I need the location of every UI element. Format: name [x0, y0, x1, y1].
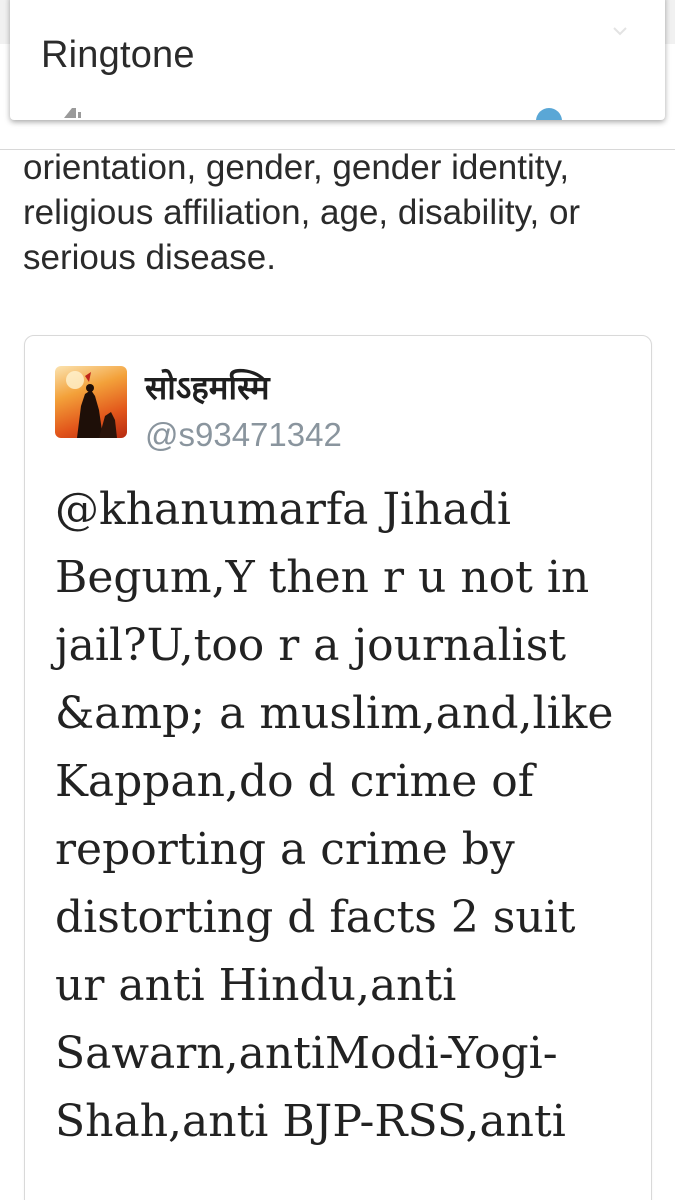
chevron-down-icon[interactable] [611, 22, 629, 40]
speaker-icon[interactable] [58, 104, 88, 118]
volume-slider-thumb[interactable] [536, 108, 562, 120]
policy-paragraph: orientation, gender, gender identity, re… [23, 148, 581, 277]
ringtone-label: Ringtone [41, 34, 195, 76]
ringtone-volume-dialog[interactable]: Ringtone [10, 0, 665, 120]
tweet-text: @khanumarfa Jihadi Begum,Y then r u not … [55, 484, 614, 1147]
author-handle[interactable]: @s93471342 [145, 416, 342, 454]
avatar[interactable] [55, 366, 127, 438]
author-name[interactable]: सोऽहमस्मि [145, 364, 270, 409]
embedded-tweet-card[interactable]: सोऽहमस्मि @s93471342 @khanumarfa Jihadi … [24, 335, 652, 1200]
